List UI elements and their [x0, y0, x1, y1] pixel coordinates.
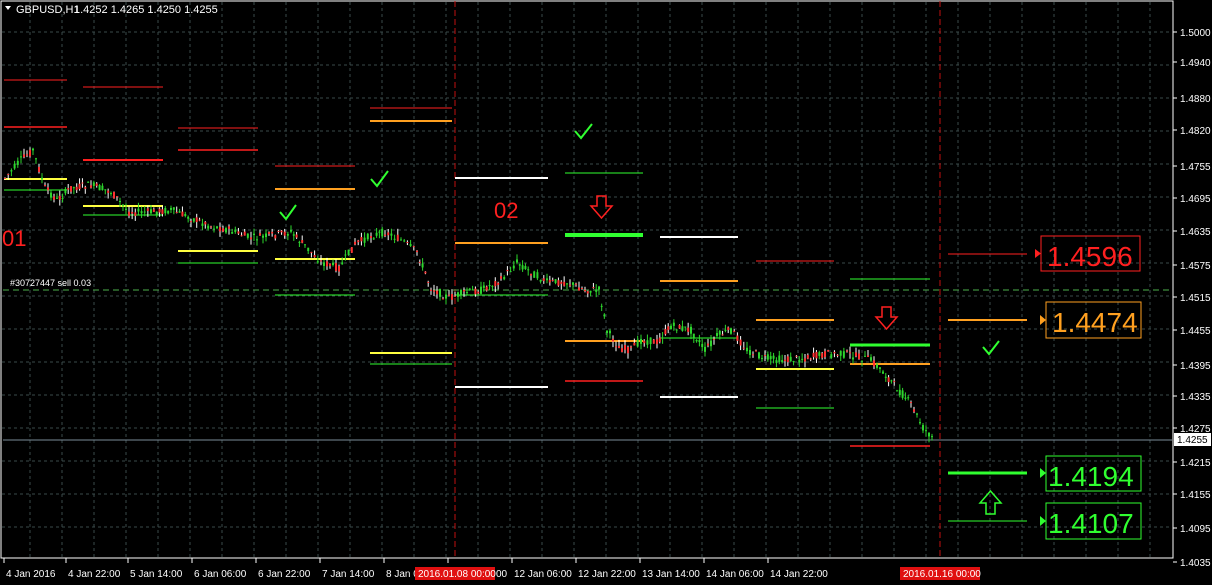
price-tick-label: 1.4455	[1180, 326, 1211, 337]
chart-symbol: GBPUSD,H1	[16, 4, 80, 16]
level-s1-value: 1.4194	[1048, 461, 1134, 492]
time-highlight-1-text: 2016.01.08 00:00	[418, 569, 496, 580]
price-tick-label: 1.5000	[1180, 28, 1211, 39]
time-tick-label: 12 Jan 22:00	[578, 569, 636, 580]
price-tick-label: 1.4515	[1180, 293, 1211, 304]
price-tick-label: 1.4755	[1180, 162, 1211, 173]
price-tick-label: 1.4035	[1180, 558, 1211, 569]
price-tick-label: 1.4695	[1180, 194, 1211, 205]
time-highlight-1: 2016.01.08 00:00	[415, 567, 496, 580]
price-tick-label: 1.4395	[1180, 361, 1211, 372]
level-s2-value: 1.4107	[1048, 508, 1134, 539]
price-tick-label: 1.4335	[1180, 392, 1211, 403]
price-tick-label: 1.4940	[1180, 58, 1211, 69]
price-tick-label: 1.4095	[1180, 524, 1211, 535]
price-tick-label: 1.4155	[1180, 490, 1211, 501]
level-box-s2: 1.4107	[1040, 502, 1142, 540]
time-tick-label: 13 Jan 14:00	[642, 569, 700, 580]
time-tick-label: 12 Jan 06:00	[514, 569, 572, 580]
time-highlight-2-text: 2016.01.16 00:00	[903, 569, 981, 580]
time-tick-label: 8 Jan 0	[386, 569, 419, 580]
time-highlight-2: 2016.01.16 00:00	[900, 567, 981, 580]
level-box-r1: 1.4596	[1035, 235, 1141, 272]
time-tick-label: 14 Jan 22:00	[770, 569, 828, 580]
price-tick-label: 1.4820	[1180, 126, 1211, 137]
time-tick-label: 6 Jan 22:00	[258, 569, 311, 580]
level-r1-value: 1.4596	[1047, 241, 1133, 272]
price-tick-label: 1.4215	[1180, 458, 1211, 469]
level-box-r2: 1.4474	[1040, 301, 1142, 339]
chart-ohlc: 1.4252 1.4265 1.4250 1.4255	[74, 4, 218, 16]
price-tick-label: 1.4575	[1180, 261, 1211, 272]
time-tick-label: 6 Jan 06:00	[194, 569, 247, 580]
zone-label-02: 02	[494, 198, 518, 223]
order-label: #30727447 sell 0.03	[10, 278, 91, 288]
price-chart[interactable]: #30727447 sell 0.03 GBPUSD,H1 1.4252 1.4…	[0, 0, 1212, 585]
level-r2-value: 1.4474	[1052, 307, 1138, 338]
time-tick-label: 4 Jan 2016	[6, 569, 56, 580]
time-tick-label: 7 Jan 14:00	[322, 569, 375, 580]
price-tick-label: 1.4635	[1180, 227, 1211, 238]
zone-label-01: 01	[2, 226, 26, 251]
current-price-value: 1.4255	[1177, 435, 1208, 446]
time-tick-label: 5 Jan 14:00	[130, 569, 183, 580]
time-tick-label: 4 Jan 22:00	[68, 569, 121, 580]
current-price-tag: 1.4255	[1174, 433, 1211, 446]
price-tick-label: 1.4880	[1180, 94, 1211, 105]
level-box-s1: 1.4194	[1040, 455, 1142, 492]
time-tick-label: 14 Jan 06:00	[706, 569, 764, 580]
